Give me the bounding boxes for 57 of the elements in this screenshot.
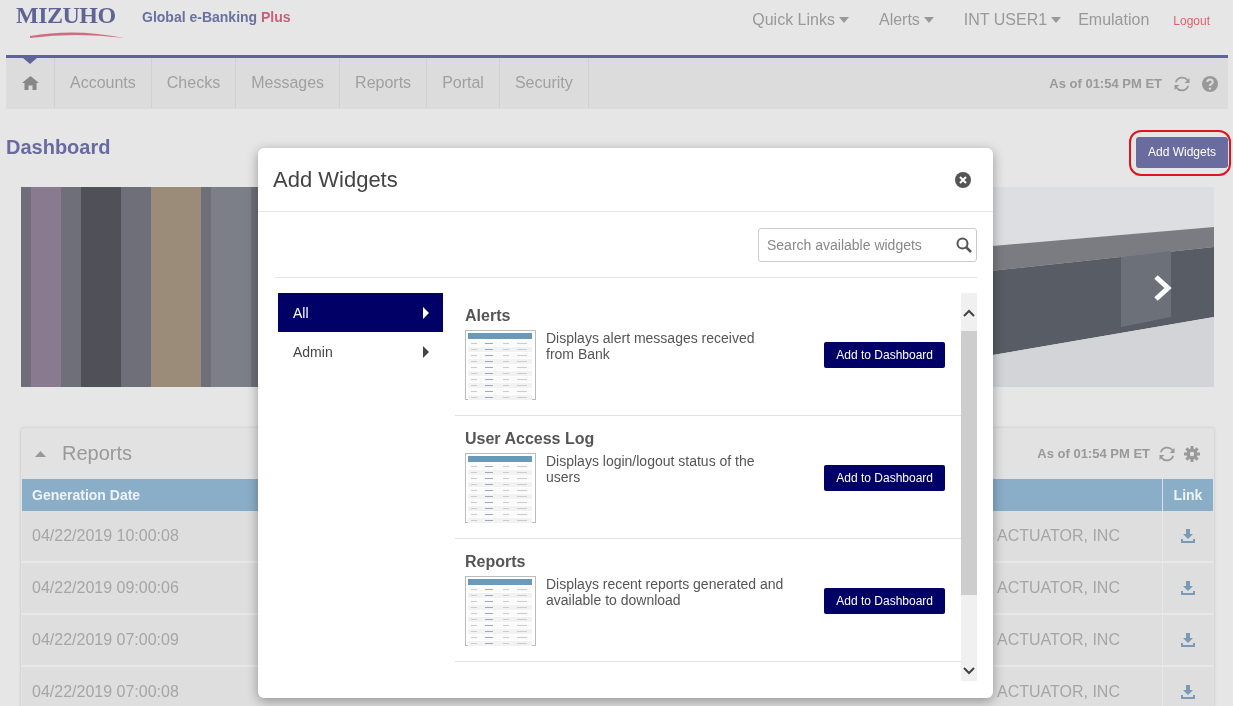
header-link[interactable]: Emulation — [1078, 11, 1150, 29]
nav-tab[interactable]: Checks — [151, 58, 237, 108]
add-to-dashboard-button[interactable]: Add to Dashboard — [824, 588, 945, 614]
download-icon[interactable] — [1181, 685, 1195, 699]
caret-icon — [1051, 17, 1062, 23]
column-header: Link — [1162, 479, 1213, 511]
header-link[interactable]: Alerts — [878, 11, 934, 29]
caret-icon — [923, 17, 934, 23]
refresh-icon[interactable] — [1174, 75, 1190, 92]
as-of-time: As of 01:54 PM ET — [1049, 76, 1162, 91]
settings-icon[interactable] — [1184, 445, 1200, 462]
nav-tab[interactable]: Security — [499, 58, 589, 108]
close-icon[interactable] — [955, 171, 971, 188]
search-icon — [956, 237, 972, 253]
add-widgets-button[interactable]: Add Widgets — [1135, 136, 1228, 168]
caret-icon — [423, 345, 429, 358]
scrollbar[interactable] — [961, 293, 977, 681]
widget-name: Alerts — [465, 307, 512, 325]
widget-description: Displays alert messages received from Bank — [546, 330, 756, 362]
table-cell: ACTUATOR, INC — [994, 511, 1162, 563]
add-to-dashboard-button[interactable]: Add to Dashboard — [824, 342, 945, 368]
add-to-dashboard-button[interactable]: Add to Dashboard — [824, 465, 945, 491]
widget-description: Displays recent reports generated and available to download — [546, 576, 785, 608]
logout-link[interactable]: Logout — [1173, 14, 1210, 28]
table-cell: ACTUATOR, INC — [994, 667, 1162, 706]
header-link[interactable]: Quick Links — [752, 11, 849, 29]
table-cell: ACTUATOR, INC — [994, 563, 1162, 615]
collapse-icon[interactable] — [35, 450, 46, 457]
nav-tab[interactable]: Portal — [427, 58, 500, 108]
download-icon[interactable] — [1181, 633, 1195, 647]
table-cell: ACTUATOR, INC — [994, 615, 1162, 667]
nav-tab[interactable]: Reports — [340, 58, 428, 108]
page-title: Dashboard — [6, 136, 111, 159]
caret-icon — [838, 17, 849, 23]
product-name: Global e-Banking Plus — [142, 9, 291, 25]
nav-tab[interactable]: Messages — [236, 58, 341, 108]
scroll-up-icon[interactable] — [963, 309, 975, 317]
category-item[interactable]: All — [278, 293, 443, 332]
table-preview-drawing — [465, 330, 536, 400]
table-preview-drawing — [465, 453, 536, 523]
modal-title: Add Widgets — [273, 166, 398, 193]
nav-tab[interactable]: Accounts — [55, 58, 152, 108]
download-icon[interactable] — [1181, 529, 1195, 543]
header-link[interactable]: INT USER1 — [963, 11, 1062, 29]
search-field[interactable]: Search available widgets — [758, 228, 977, 262]
caret-icon — [423, 306, 429, 319]
table-preview-drawing — [465, 576, 536, 646]
refresh-icon[interactable] — [1159, 445, 1175, 462]
widget-title: Reports — [62, 442, 133, 465]
scroll-down-icon[interactable] — [963, 667, 975, 675]
download-icon[interactable] — [1181, 581, 1195, 595]
home-icon — [21, 76, 39, 90]
as-of-time: As of 01:54 PM ET — [1037, 446, 1150, 461]
logo: MIZUHO — [16, 0, 124, 40]
widget-name: User Access Log — [465, 430, 596, 448]
category-item[interactable]: Admin — [278, 332, 443, 371]
help-icon[interactable] — [1202, 75, 1218, 92]
